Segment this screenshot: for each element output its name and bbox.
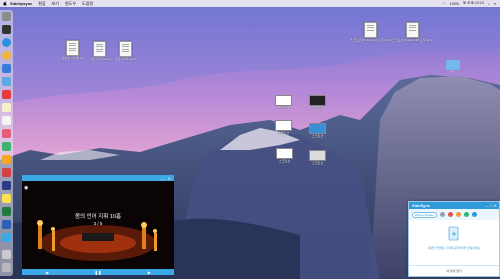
play-pause-icon[interactable]: ❚❚ [95,270,102,275]
word-icon[interactable] [2,220,11,229]
add-icon[interactable] [472,212,478,217]
notification-icon[interactable] [456,212,462,217]
desktop-file-top-1[interactable]: 스크린샷 2019-02-16 오후 12.01 [350,22,392,42]
desktop-screenshot-3[interactable]: 스크린샷 [275,120,292,135]
chrome-icon[interactable] [2,51,11,60]
pages-icon[interactable] [2,155,11,164]
trash-icon[interactable] [2,263,11,272]
video-title: 몸의 언어 지휘 10홉 [74,214,122,220]
desktop-file-label: 스크린샷 2019-02-16 오후 12.01 [392,38,434,42]
sidesync-title-bar[interactable]: SideSync — □ ✕ [409,202,499,209]
sidesync-message: 화면을 연결된 기기에 공유하려면 클릭하세요 [428,246,480,250]
excel-icon[interactable] [2,207,11,216]
open-new-window-link[interactable]: 새 창에 열기 [446,269,461,273]
previous-icon[interactable]: ◀ [45,270,48,275]
sidesync-footer[interactable]: 새 창에 열기 [409,265,499,276]
menu-list-icon[interactable]: ≡ [494,2,496,6]
screenshot-thumbnail-icon [275,95,292,106]
desktop-screenshot-label: 스크린샷 [278,159,291,163]
screenshot-thumbnail-icon [309,150,326,161]
document-icon [93,41,107,57]
launchpad-icon[interactable] [2,25,11,34]
desktop-document-label: 세로 이미지.docx [115,57,137,61]
screenshot-thumbnail-icon [276,148,293,159]
screenshot-thumbnail-icon [309,123,326,134]
desktop-file-label: 스크린샷 2019-02-16 오후 12.01 [350,38,392,42]
desktop-document-label: 동영상 파일명.txt [62,56,84,60]
share-screen-icon[interactable] [446,226,462,242]
desktop-document-label: 가로 이미지.docx [89,57,111,61]
photos-icon[interactable] [2,129,11,138]
kakaotalk-icon[interactable] [2,194,11,203]
dock [0,10,13,276]
desktop-folder-label: 폴더 [450,70,456,74]
desktop-folder[interactable]: 폴더 [446,60,460,74]
document-icon [119,41,133,57]
calendar-icon[interactable] [2,90,11,99]
spotlight-icon[interactable]: ⌕ [488,2,490,6]
sidesync-content: 화면을 연결된 기기에 공유하려면 클릭하세요 [409,220,499,264]
next-icon[interactable]: ▶ [148,270,151,275]
desktop-document-2[interactable]: 가로 이미지.docx [89,41,111,61]
menu-view[interactable]: 보기 [52,1,59,7]
player-controls: ◀ ❚❚ ▶ [22,269,174,275]
desktop-screenshot-1[interactable]: 스크린샷 [275,95,292,110]
desktop-screenshot-label: 스크린샷 [311,161,324,165]
document-icon [364,22,378,38]
screenshot-thumbnail-icon [275,120,292,131]
desktop-screenshot-4[interactable]: 스크린샷 [309,123,326,138]
minimize-icon[interactable]: — [161,176,165,181]
mail-icon[interactable] [2,64,11,73]
video-player-window[interactable]: — ✕ ◉ 몸의 언어 지휘 10홉 3 / 5 ◀ ❚❚ ▶ [22,175,174,275]
video-counter: 3 / 5 [93,221,103,226]
notes-icon[interactable] [2,103,11,112]
folder-icon [446,60,460,70]
screenshot-thumbnail-icon [309,95,326,106]
desktop-screenshot-6[interactable]: 스크린샷 [309,150,326,165]
reminders-icon[interactable] [2,116,11,125]
desktop-screenshot-label: 스크린샷 [311,134,324,138]
menu-edit[interactable]: 편집 [38,1,45,7]
window-controls-icon[interactable]: — □ ✕ [485,203,497,208]
desktop-screenshot-2[interactable]: 스크린샷 [309,95,326,110]
document-icon [66,40,80,56]
downloads-icon[interactable] [2,250,11,259]
system-preferences-icon[interactable] [2,181,11,190]
menu-window[interactable]: 윈도우 [65,1,76,7]
player-badge-icon: ◉ [24,185,29,191]
finder-icon[interactable] [2,12,11,21]
close-icon[interactable]: ✕ [168,176,171,181]
desktop-document-3[interactable]: 세로 이미지.docx [115,41,137,61]
desktop-screenshot-label: 스크린샷 [311,106,324,110]
sidesync-toolbar: Phone Screen [409,209,499,220]
desktop-screenshot-label: 스크린샷 [277,131,290,135]
battery-percent[interactable]: 100% [450,2,459,6]
phone-screen-button[interactable]: Phone Screen [412,211,438,218]
apple-icon[interactable] [3,1,7,6]
desktop-file-top-2[interactable]: 스크린샷 2019-02-16 오후 12.01 [392,22,434,42]
sidesync-icon[interactable] [2,233,11,242]
clock[interactable]: 토 오후 12:13 [463,1,484,6]
status-area: ◠ 100% 토 오후 12:13 ⌕ ≡ [439,0,496,7]
app-icon-red[interactable] [2,168,11,177]
safari-icon[interactable] [2,38,11,47]
menu-help[interactable]: 도움말 [82,1,93,7]
sidesync-app-name: SideSync [412,203,431,208]
desktop-screenshot-5[interactable]: 스크린샷 [276,148,293,163]
file-icon[interactable] [440,212,446,217]
media-icon[interactable] [448,212,454,217]
wifi-icon[interactable]: ◠ [443,2,446,6]
contacts-icon[interactable] [2,77,11,86]
desktop-screenshot-label: 스크린샷 [277,106,290,110]
document-icon [406,22,420,38]
sidesync-window[interactable]: SideSync — □ ✕ Phone Screen 화면을 연결된 기기에 … [408,201,500,277]
desktop-document-1[interactable]: 동영상 파일명.txt [62,40,83,60]
menu-app-name[interactable]: Sidebysync [10,1,32,6]
facetime-icon[interactable] [2,142,11,151]
call-icon[interactable] [464,212,470,217]
menu-bar: Sidebysync 편집 보기 윈도우 도움말 ◠ 100% 토 오후 12:… [0,0,500,7]
